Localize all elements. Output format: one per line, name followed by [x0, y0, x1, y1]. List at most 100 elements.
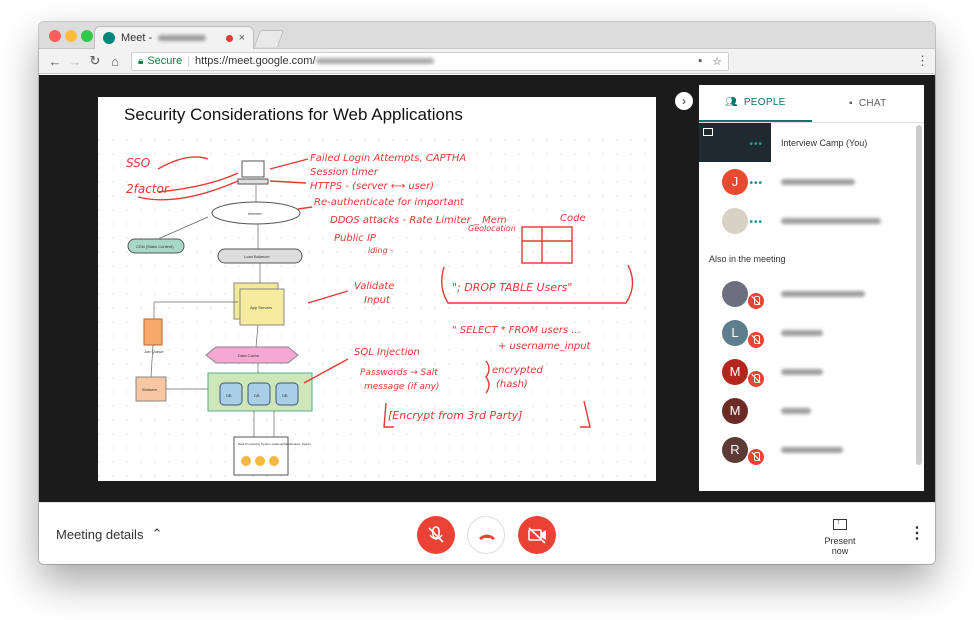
participant-list: ••• Interview Camp (You) J ••• ••• Also … — [699, 123, 914, 469]
ink-session-timer: Session timer — [310, 167, 379, 178]
ink-hash: (hash) — [496, 379, 528, 390]
people-panel: 👥︎ PEOPLE ▪ CHAT ••• Interview Camp (You… — [699, 85, 924, 491]
ink-message: message (if any) — [364, 382, 439, 392]
minimize-window-button[interactable] — [65, 30, 77, 42]
tab-chat[interactable]: ▪ CHAT — [812, 85, 925, 122]
presenting-icon — [703, 128, 713, 136]
job-queue-box — [143, 318, 163, 346]
speaking-indicator-icon: ••• — [749, 139, 763, 150]
speaking-indicator-icon: ••• — [749, 217, 763, 228]
ink-https: HTTPS - (server ⟷ user) — [310, 181, 434, 192]
self-video-thumb: ••• — [699, 123, 771, 162]
browser-menu-button[interactable]: ⋮ — [916, 53, 929, 69]
camera-icon[interactable]: ▪ — [698, 55, 702, 68]
load-balancer-label: Load Balancer — [244, 254, 270, 259]
leave-call-button[interactable] — [467, 516, 505, 554]
forward-button[interactable]: → — [65, 54, 85, 69]
avatar: L — [722, 319, 748, 346]
participant-thumb: ••• — [699, 201, 771, 240]
mic-off-icon — [428, 526, 444, 543]
home-button[interactable]: ⌂ — [105, 54, 125, 69]
muted-mic-icon — [748, 371, 764, 387]
more-options-button[interactable]: ⋮ — [909, 523, 925, 543]
participant-thumb — [699, 274, 771, 313]
participant-name-redacted — [781, 217, 881, 224]
call-controls-bar: Meeting details ⌃ Present now ⋮ — [39, 502, 935, 564]
avatar: M — [722, 358, 748, 385]
participant-name-redacted — [781, 290, 865, 297]
tab-close-icon[interactable]: × — [239, 32, 245, 44]
ink-encrypt-3rd: [Encrypt from 3rd Party] — [388, 409, 522, 422]
zoom-window-button[interactable] — [81, 30, 93, 42]
lock-icon: 🔒︎ — [138, 55, 144, 67]
muted-mic-icon — [748, 332, 764, 348]
ink-sql-injection: SQL Injection — [354, 347, 420, 358]
ink-username: + username_input — [498, 341, 592, 352]
present-screen-icon — [833, 516, 847, 530]
ink-reauth: Re-authenticate for important — [314, 197, 465, 208]
ink-passwords: Passwords → Salt — [360, 368, 438, 378]
participant-thumb: M — [699, 352, 771, 391]
participant-thumb: M — [699, 391, 771, 430]
db-3-label: DB — [282, 393, 288, 398]
participant-name-redacted — [781, 368, 823, 375]
participant-row[interactable]: R — [699, 430, 914, 469]
avatar: R — [722, 436, 748, 463]
address-separator: | — [187, 55, 191, 67]
db-1-label: DB — [226, 393, 232, 398]
meeting-stage: Security Considerations for Web Applicat… — [39, 75, 935, 502]
participant-self[interactable]: ••• Interview Camp (You) — [699, 123, 914, 162]
avatar — [722, 207, 748, 234]
mute-mic-button[interactable] — [417, 516, 455, 554]
tab-people[interactable]: 👥︎ PEOPLE — [699, 85, 812, 122]
cdn-label: CDN (Static Content) — [136, 244, 174, 249]
meeting-details-button[interactable]: Meeting details ⌃ — [56, 526, 162, 542]
internet-label: Internet — [248, 211, 262, 216]
meet-favicon-icon — [103, 32, 115, 44]
back-button[interactable]: ← — [45, 54, 65, 69]
participant-row[interactable] — [699, 274, 914, 313]
workers-label: Workers — [142, 387, 157, 392]
new-tab-button[interactable] — [253, 30, 285, 47]
data-cache-label: Data Cache — [238, 353, 260, 358]
collapse-panel-button[interactable]: › — [675, 92, 693, 110]
tab-title-text: Meet - — [121, 32, 156, 44]
processing-node-icon — [255, 456, 265, 466]
ink-iding: iding - — [368, 246, 393, 255]
job-queue-label: Job Queue — [144, 349, 164, 354]
camera-off-icon — [528, 527, 546, 544]
url-redacted — [315, 58, 434, 65]
ink-encrypted: encrypted — [492, 365, 543, 376]
slide-drawing: Internet CDN (Static Content) Load Balan… — [98, 137, 656, 481]
present-now-button[interactable]: Present now — [815, 516, 865, 556]
participant-name-redacted — [781, 407, 811, 414]
presentation-slide: Security Considerations for Web Applicat… — [98, 97, 656, 481]
bookmark-star-icon[interactable]: ☆ — [712, 55, 722, 68]
tab-meet[interactable]: Meet - × — [94, 26, 254, 49]
ink-geolocation: Geolocation — [468, 224, 516, 233]
participant-name-redacted — [781, 329, 823, 336]
tab-strip: Meet - × — [39, 22, 935, 49]
participant-name-redacted — [781, 178, 855, 185]
participant-row[interactable]: J ••• — [699, 162, 914, 201]
participant-row[interactable]: L — [699, 313, 914, 352]
ink-select: " SELECT * FROM users ... — [452, 325, 581, 336]
camera-toggle-button[interactable] — [518, 516, 556, 554]
participant-scrollbar[interactable] — [916, 125, 922, 465]
participant-row[interactable]: M — [699, 391, 914, 430]
ink-validate: Validate — [354, 281, 394, 292]
present-now-label: Present now — [824, 536, 856, 556]
ink-drop-table: "; DROP TABLE Users" — [452, 281, 572, 294]
ink-sso: SSO — [126, 156, 150, 170]
participant-row[interactable]: ••• — [699, 201, 914, 240]
address-bar[interactable]: 🔒︎ Secure | https://meet.google.com/ ▪ ☆ — [131, 51, 729, 71]
participant-row[interactable]: M — [699, 352, 914, 391]
client-keyboard-icon — [237, 178, 269, 185]
speaking-indicator-icon: ••• — [749, 178, 763, 189]
reload-button[interactable]: ↻ — [85, 53, 105, 69]
close-window-button[interactable] — [49, 30, 61, 42]
chat-icon: ▪ — [848, 98, 853, 109]
participant-thumb: L — [699, 313, 771, 352]
data-processing-label: Data Processing System (Hadoop/MapReduce… — [238, 442, 311, 446]
processing-node-icon — [269, 456, 279, 466]
